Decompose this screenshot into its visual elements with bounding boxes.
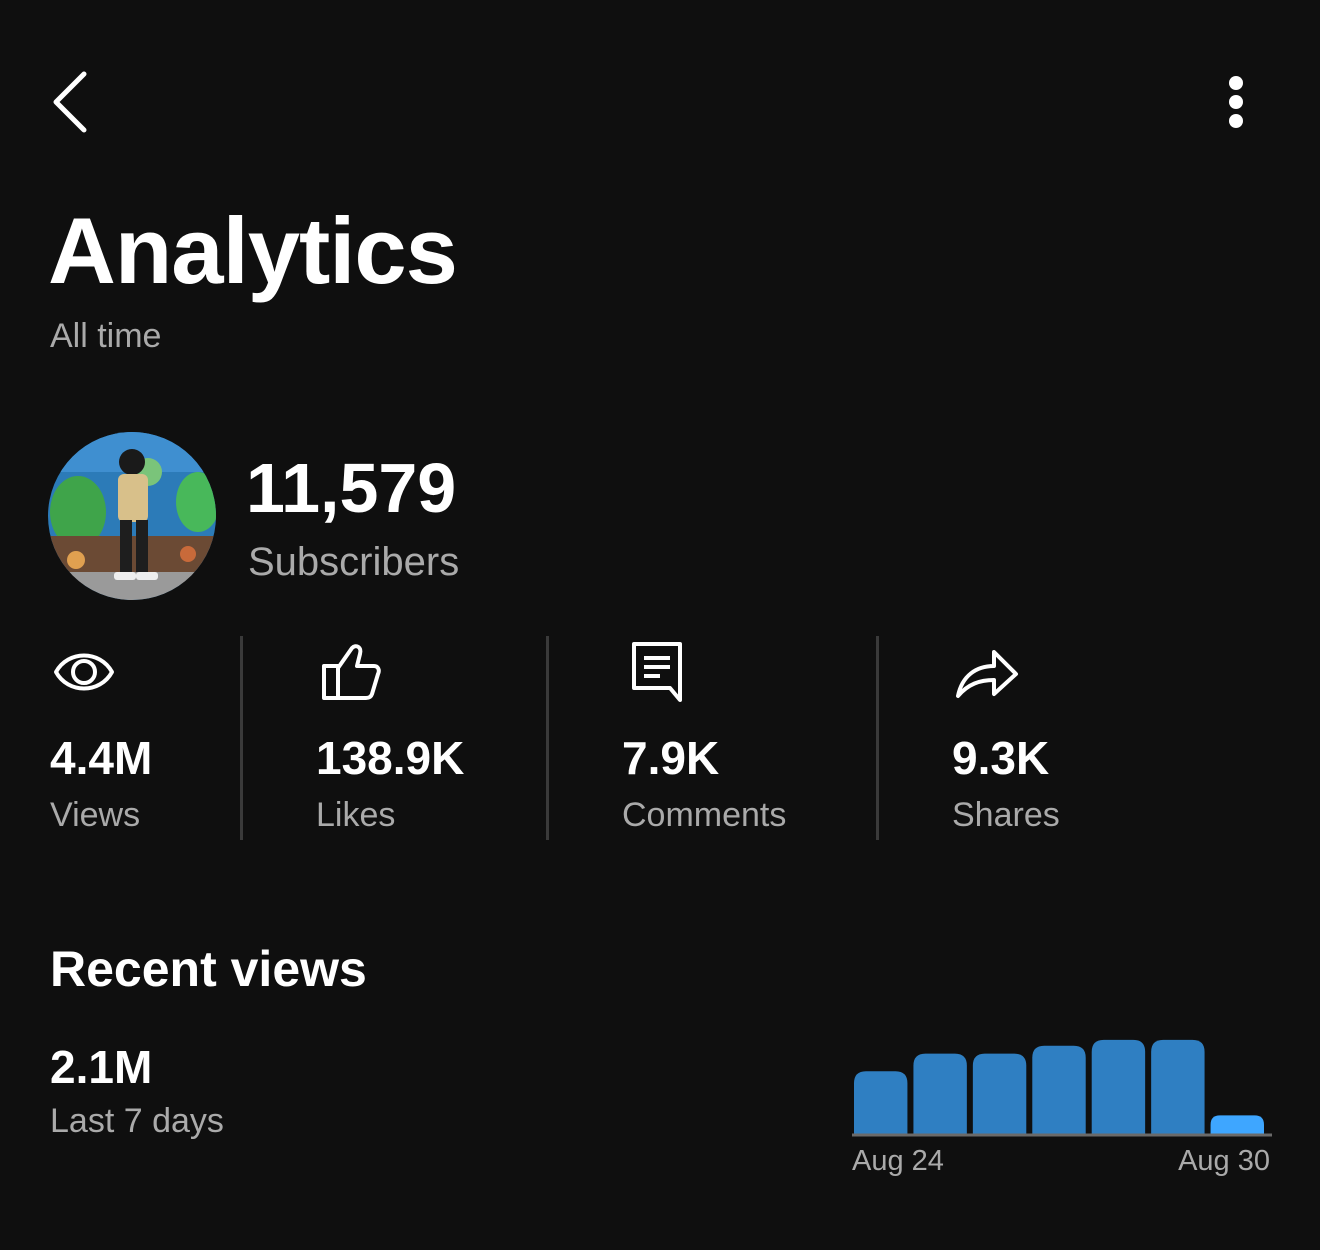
stat-divider [546,636,549,840]
recent-views-value: 2.1M [50,1041,153,1093]
stat-divider [240,636,243,840]
more-vertical-icon [1229,76,1243,128]
thumbs-up-icon [316,636,396,716]
shares-label: Shares [952,796,1060,834]
chart-bar-aug-28[interactable] [1091,1039,1146,1134]
stat-shares[interactable]: 9.3K Shares [952,636,1152,840]
shares-value: 9.3K [952,732,1050,784]
subscriber-label: Subscribers [248,540,460,584]
likes-value: 138.9K [316,732,465,784]
stat-comments[interactable]: 7.9K Comments [622,636,862,840]
time-range-label: All time [50,317,162,355]
chart-bar-aug-27[interactable] [1032,1045,1086,1134]
page-title: Analytics [48,198,458,303]
comments-label: Comments [622,796,787,834]
comments-value: 7.9K [622,732,720,784]
views-label: Views [50,796,141,834]
recent-views-chart[interactable]: Aug 24 Aug 30 [848,1020,1276,1180]
subscriber-count: 11,579 [246,449,457,527]
likes-label: Likes [316,796,396,834]
recent-views-title: Recent views [50,941,367,997]
chart-bar-aug-26[interactable] [972,1053,1027,1134]
recent-views-period: Last 7 days [50,1102,224,1140]
stat-divider [876,636,879,840]
share-icon [952,636,1032,716]
stat-views[interactable]: 4.4M Views [50,636,230,840]
more-options-button[interactable] [1206,70,1266,134]
back-button[interactable] [44,66,104,138]
chart-bar-aug-25[interactable] [913,1053,967,1134]
chart-bar-aug-29[interactable] [1151,1039,1205,1134]
channel-avatar[interactable] [48,432,216,600]
x-tick-label: Aug 30 [1178,1145,1270,1177]
stat-likes[interactable]: 138.9K Likes [316,636,536,840]
eye-icon [50,636,130,716]
chart-bar-aug-24[interactable] [854,1071,908,1134]
chart-bar-aug-30[interactable] [1210,1115,1264,1134]
comment-icon [622,636,702,716]
x-tick-label: Aug 24 [852,1145,944,1177]
views-value: 4.4M [50,732,153,784]
chevron-left-icon [53,71,87,133]
